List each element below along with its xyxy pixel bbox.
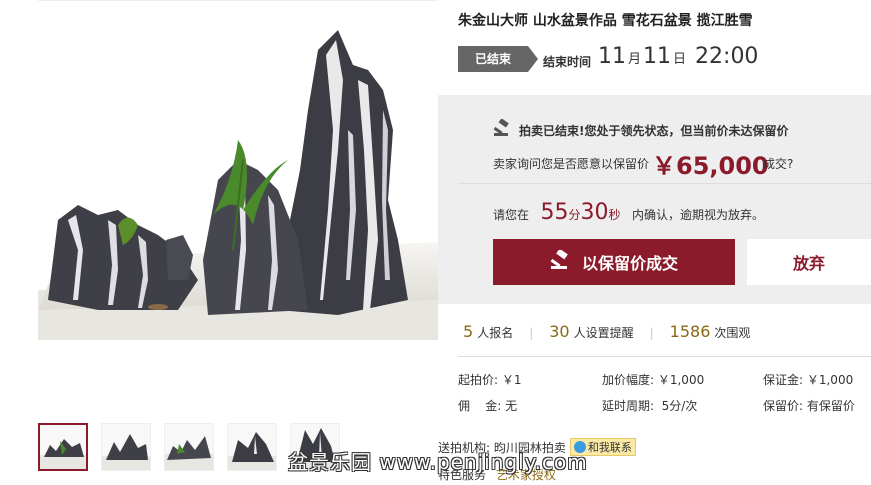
item-title: 朱金山大师 山水盆景作品 雪花石盆景 揽江胜雪 (458, 13, 753, 29)
divider (458, 183, 871, 184)
end-time-label: 结束时间 (543, 55, 592, 69)
notice-title: 拍卖已结束!您处于领先状态，但当前价未达保留价 (519, 124, 789, 138)
gavel-icon (550, 248, 572, 274)
decline-button[interactable]: 放弃 (747, 239, 871, 285)
view-count: 1586 (669, 322, 711, 341)
notice-question-suffix: 成交? (763, 157, 794, 171)
stats-separator: | (529, 326, 534, 340)
commission: 佣 金: 无 (458, 399, 518, 413)
thumbnail-2[interactable] (101, 423, 151, 471)
end-day: 11 (643, 44, 672, 69)
thumbnail-3[interactable] (164, 423, 214, 471)
view-label: 次围观 (714, 326, 751, 340)
month-unit: 月 (628, 52, 642, 67)
countdown-suffix: 内确认，逾期视为放弃。 (631, 208, 764, 222)
divider (458, 356, 871, 357)
countdown-prefix: 请您在 (493, 208, 530, 222)
stats-separator: | (649, 326, 654, 340)
status-badge: 已结束 (458, 46, 538, 72)
end-time-value: 11 月11 日 22:00 (598, 44, 758, 69)
countdown-seconds: 30 (580, 200, 609, 225)
reserve-info: 保留价: 有保留价 (763, 399, 855, 413)
deposit: 保证金: ￥1,000 (763, 373, 854, 387)
accept-reserve-button[interactable]: 以保留价成交 (493, 239, 735, 285)
main-product-image[interactable] (38, 10, 438, 340)
gavel-icon (493, 118, 513, 141)
delay-period: 延时周期: 5分/次 (602, 399, 698, 413)
end-clock: 22:00 (695, 44, 759, 69)
reminder-count: 30 (549, 322, 570, 341)
site-watermark: 盆景乐园 www.penjingly.com (288, 450, 588, 474)
day-unit: 日 (673, 52, 687, 67)
countdown-minutes: 55 (540, 200, 569, 225)
signup-count: 5 (463, 322, 474, 341)
contact-label: 和我联系 (587, 441, 632, 454)
accept-label: 以保留价成交 (581, 254, 678, 273)
bid-increment: 加价幅度: ￥1,000 (602, 373, 705, 387)
countdown: 请您在 55分30秒 内确认，逾期视为放弃。 (493, 200, 764, 225)
image-top-border (38, 0, 438, 1)
thumbnail-4[interactable] (227, 423, 277, 471)
auction-stats: 5 人报名 | 30 人设置提醒 | 1586 次围观 (463, 322, 750, 341)
reminder-label: 人设置提醒 (573, 326, 634, 340)
reserve-price: ￥65,000 (652, 152, 769, 180)
second-unit: 秒 (608, 208, 621, 222)
minute-unit: 分 (568, 208, 581, 222)
notice-question: 卖家询问您是否愿意以保留价 (493, 157, 650, 171)
start-price: 起拍价: ￥1 (458, 373, 522, 387)
thumbnail-1[interactable] (38, 423, 88, 471)
signup-label: 人报名 (477, 326, 514, 340)
end-month: 11 (598, 44, 626, 69)
